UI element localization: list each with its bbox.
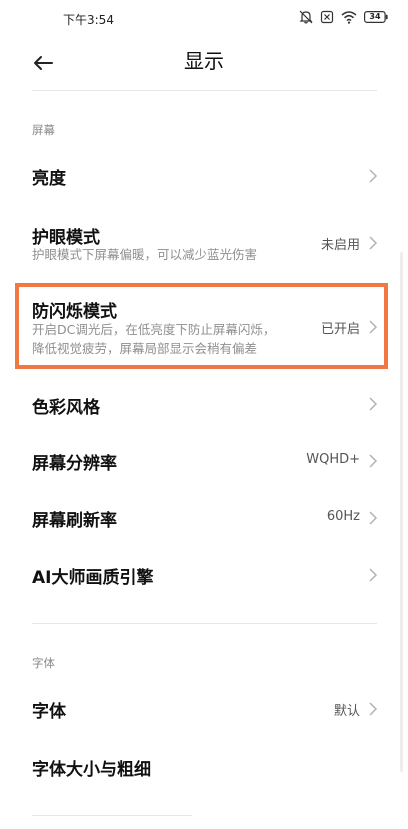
settings-row-eye-care[interactable]: 护眼模式 护眼模式下屏幕偏暖，可以减少蓝光伤害 未启用 xyxy=(0,207,408,275)
wifi-icon xyxy=(341,10,357,24)
settings-row-ai-engine[interactable]: AI大师画质引擎 xyxy=(0,545,408,603)
status-icons: 34 xyxy=(299,10,388,24)
highlight-box xyxy=(15,283,388,369)
mute-icon xyxy=(299,10,313,24)
row-description: 护眼模式下屏幕偏暖，可以减少蓝光伤害 xyxy=(32,247,258,262)
settings-row-font[interactable]: 字体 默认 xyxy=(0,680,408,736)
status-bar: 下午3:54 34 xyxy=(0,0,408,38)
row-label: 屏幕刷新率 xyxy=(32,511,117,531)
row-value: 60Hz xyxy=(326,509,360,524)
header: 显示 xyxy=(0,38,408,90)
chevron-right-icon xyxy=(368,235,378,250)
row-label: 亮度 xyxy=(32,169,66,189)
settings-row-resolution[interactable]: 屏幕分辨率 WQHD+ xyxy=(0,431,408,487)
header-divider xyxy=(32,90,377,91)
bottom-divider xyxy=(32,815,192,816)
page-title: 显示 xyxy=(184,49,224,73)
chevron-right-icon xyxy=(368,510,378,525)
row-label: 色彩风格 xyxy=(32,398,100,418)
status-time: 下午3:54 xyxy=(63,13,114,27)
section-divider xyxy=(32,623,377,624)
settings-row-refresh-rate[interactable]: 屏幕刷新率 60Hz xyxy=(0,487,408,545)
row-label: 字体 xyxy=(32,702,66,722)
sim-off-icon xyxy=(320,10,334,24)
row-label: 屏幕分辨率 xyxy=(32,454,117,474)
section-label-font: 字体 xyxy=(32,656,55,670)
settings-row-font-size-weight[interactable]: 字体大小与粗细 xyxy=(0,738,408,794)
row-label: 字体大小与粗细 xyxy=(32,760,151,780)
settings-row-brightness[interactable]: 亮度 xyxy=(0,147,408,205)
row-value: 未启用 xyxy=(320,238,360,253)
battery-icon: 34 xyxy=(364,11,388,23)
row-value: 默认 xyxy=(333,704,360,719)
chevron-right-icon xyxy=(368,567,378,582)
scrollbar[interactable] xyxy=(400,252,403,772)
chevron-right-icon xyxy=(368,396,378,411)
section-label-screen: 屏幕 xyxy=(32,123,55,137)
row-value: WQHD+ xyxy=(306,452,360,467)
chevron-right-icon xyxy=(368,453,378,468)
row-label: AI大师画质引擎 xyxy=(32,568,154,588)
chevron-right-icon xyxy=(368,701,378,716)
settings-row-color-style[interactable]: 色彩风格 xyxy=(0,375,408,431)
chevron-right-icon xyxy=(368,168,378,183)
battery-level: 34 xyxy=(369,12,381,21)
